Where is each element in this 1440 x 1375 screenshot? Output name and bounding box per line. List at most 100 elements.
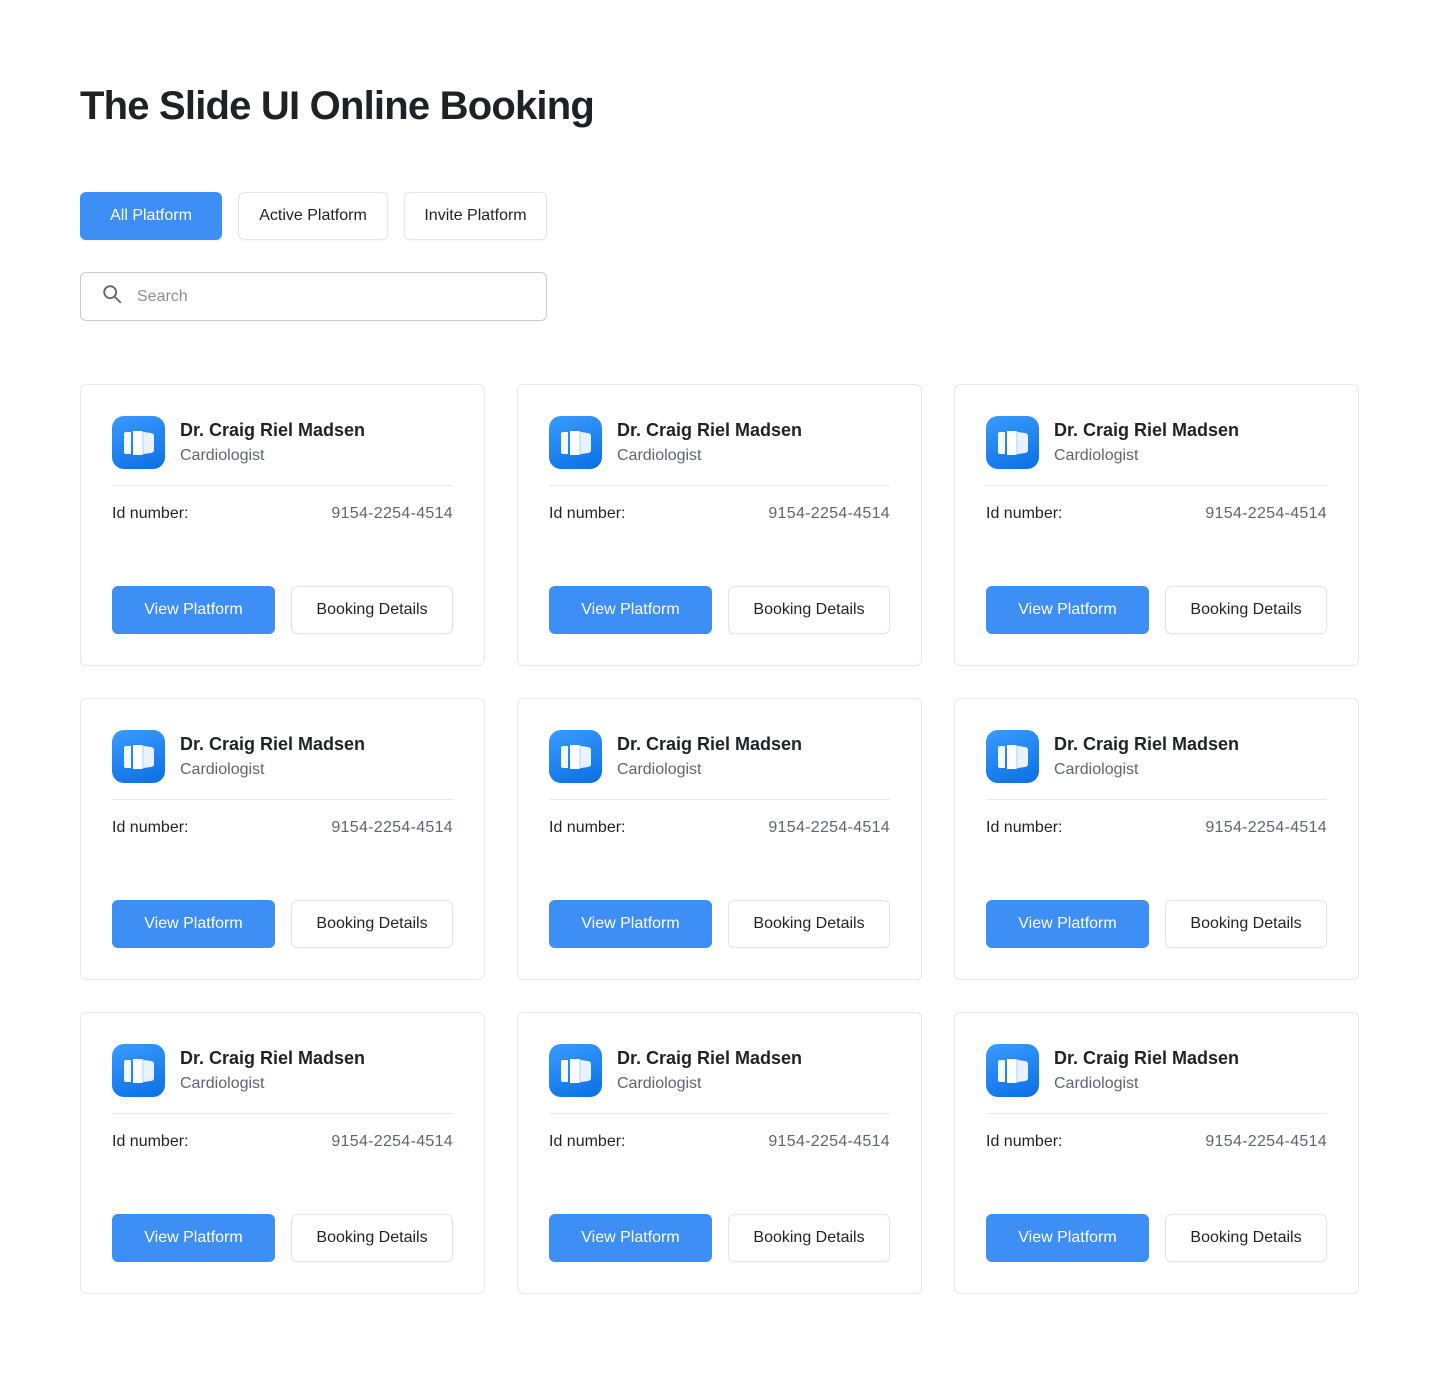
doctor-specialty: Cardiologist xyxy=(617,447,702,464)
doctor-name: Dr. Craig Riel Madsen xyxy=(1054,1048,1240,1068)
card-header: Dr. Craig Riel Madsen Cardiologist xyxy=(112,416,453,469)
platform-logo-icon xyxy=(112,1044,165,1097)
platform-logo-icon xyxy=(549,416,602,469)
card-divider xyxy=(549,799,890,800)
id-value: 9154-2254-4514 xyxy=(331,1133,453,1150)
doctor-card: Dr. Craig Riel Madsen Cardiologist Id nu… xyxy=(954,384,1359,666)
card-header: Dr. Craig Riel Madsen Cardiologist xyxy=(549,730,890,783)
doctor-specialty: Cardiologist xyxy=(617,1075,702,1092)
view-platform-button[interactable]: View Platform xyxy=(986,1214,1149,1262)
doctor-name: Dr. Craig Riel Madsen xyxy=(617,1048,803,1068)
view-platform-button[interactable]: View Platform xyxy=(986,900,1149,948)
booking-details-button[interactable]: Booking Details xyxy=(1165,1214,1327,1262)
id-row: Id number: 9154-2254-4514 xyxy=(549,503,890,525)
id-label: Id number: xyxy=(986,819,1063,836)
card-divider xyxy=(986,799,1327,800)
booking-details-button[interactable]: Booking Details xyxy=(728,586,890,634)
doctor-name: Dr. Craig Riel Madsen xyxy=(180,1048,366,1068)
platform-tabs: All Platform Active Platform Invite Plat… xyxy=(80,192,547,240)
id-row: Id number: 9154-2254-4514 xyxy=(112,503,453,525)
id-label: Id number: xyxy=(549,819,626,836)
search-box[interactable] xyxy=(80,272,547,321)
id-row: Id number: 9154-2254-4514 xyxy=(112,817,453,839)
doctor-card-grid: Dr. Craig Riel Madsen Cardiologist Id nu… xyxy=(80,384,1359,1294)
id-value: 9154-2254-4514 xyxy=(1205,1133,1327,1150)
platform-logo-icon xyxy=(986,416,1039,469)
id-row: Id number: 9154-2254-4514 xyxy=(986,1131,1327,1153)
doctor-specialty: Cardiologist xyxy=(617,761,702,778)
page-title: The Slide UI Online Booking xyxy=(80,84,595,128)
doctor-specialty: Cardiologist xyxy=(1054,1075,1139,1092)
card-actions: View Platform Booking Details xyxy=(112,1214,453,1262)
view-platform-button[interactable]: View Platform xyxy=(549,1214,712,1262)
doctor-name: Dr. Craig Riel Madsen xyxy=(180,734,366,754)
card-divider xyxy=(112,799,453,800)
search-input[interactable] xyxy=(137,287,517,306)
id-row: Id number: 9154-2254-4514 xyxy=(112,1131,453,1153)
id-row: Id number: 9154-2254-4514 xyxy=(549,817,890,839)
card-header: Dr. Craig Riel Madsen Cardiologist xyxy=(112,1044,453,1097)
id-label: Id number: xyxy=(549,505,626,522)
card-divider xyxy=(549,1113,890,1114)
booking-page: The Slide UI Online Booking All Platform… xyxy=(0,0,1440,1375)
view-platform-button[interactable]: View Platform xyxy=(112,586,275,634)
card-header: Dr. Craig Riel Madsen Cardiologist xyxy=(986,730,1327,783)
view-platform-button[interactable]: View Platform xyxy=(112,1214,275,1262)
id-row: Id number: 9154-2254-4514 xyxy=(986,503,1327,525)
view-platform-button[interactable]: View Platform xyxy=(549,900,712,948)
card-actions: View Platform Booking Details xyxy=(549,900,890,948)
booking-details-button[interactable]: Booking Details xyxy=(291,900,453,948)
doctor-name: Dr. Craig Riel Madsen xyxy=(1054,420,1240,440)
doctor-specialty: Cardiologist xyxy=(1054,761,1139,778)
id-value: 9154-2254-4514 xyxy=(768,505,890,522)
id-label: Id number: xyxy=(112,505,189,522)
id-label: Id number: xyxy=(112,819,189,836)
view-platform-button[interactable]: View Platform xyxy=(549,586,712,634)
booking-details-button[interactable]: Booking Details xyxy=(728,1214,890,1262)
booking-details-button[interactable]: Booking Details xyxy=(291,1214,453,1262)
id-label: Id number: xyxy=(112,1133,189,1150)
platform-logo-icon xyxy=(112,730,165,783)
card-header: Dr. Craig Riel Madsen Cardiologist xyxy=(549,416,890,469)
card-divider xyxy=(112,1113,453,1114)
doctor-name: Dr. Craig Riel Madsen xyxy=(617,734,803,754)
id-label: Id number: xyxy=(986,1133,1063,1150)
doctor-card: Dr. Craig Riel Madsen Cardiologist Id nu… xyxy=(80,384,485,666)
booking-details-button[interactable]: Booking Details xyxy=(1165,900,1327,948)
doctor-specialty: Cardiologist xyxy=(1054,447,1139,464)
id-value: 9154-2254-4514 xyxy=(1205,505,1327,522)
booking-details-button[interactable]: Booking Details xyxy=(728,900,890,948)
tab-invite-platform[interactable]: Invite Platform xyxy=(404,192,547,240)
id-row: Id number: 9154-2254-4514 xyxy=(549,1131,890,1153)
doctor-name: Dr. Craig Riel Madsen xyxy=(617,420,803,440)
id-row: Id number: 9154-2254-4514 xyxy=(986,817,1327,839)
booking-details-button[interactable]: Booking Details xyxy=(1165,586,1327,634)
platform-logo-icon xyxy=(549,730,602,783)
doctor-card: Dr. Craig Riel Madsen Cardiologist Id nu… xyxy=(517,384,922,666)
doctor-card: Dr. Craig Riel Madsen Cardiologist Id nu… xyxy=(80,1012,485,1294)
id-label: Id number: xyxy=(986,505,1063,522)
doctor-card: Dr. Craig Riel Madsen Cardiologist Id nu… xyxy=(517,698,922,980)
booking-details-button[interactable]: Booking Details xyxy=(291,586,453,634)
platform-logo-icon xyxy=(986,1044,1039,1097)
card-actions: View Platform Booking Details xyxy=(986,900,1327,948)
tab-all-platform[interactable]: All Platform xyxy=(80,192,222,240)
doctor-card: Dr. Craig Riel Madsen Cardiologist Id nu… xyxy=(954,1012,1359,1294)
card-header: Dr. Craig Riel Madsen Cardiologist xyxy=(112,730,453,783)
doctor-specialty: Cardiologist xyxy=(180,447,265,464)
platform-logo-icon xyxy=(549,1044,602,1097)
platform-logo-icon xyxy=(112,416,165,469)
platform-logo-icon xyxy=(986,730,1039,783)
doctor-specialty: Cardiologist xyxy=(180,761,265,778)
card-actions: View Platform Booking Details xyxy=(549,1214,890,1262)
card-actions: View Platform Booking Details xyxy=(112,586,453,634)
view-platform-button[interactable]: View Platform xyxy=(986,586,1149,634)
doctor-name: Dr. Craig Riel Madsen xyxy=(180,420,366,440)
view-platform-button[interactable]: View Platform xyxy=(112,900,275,948)
doctor-card: Dr. Craig Riel Madsen Cardiologist Id nu… xyxy=(517,1012,922,1294)
card-divider xyxy=(986,1113,1327,1114)
id-value: 9154-2254-4514 xyxy=(768,819,890,836)
card-divider xyxy=(986,485,1327,486)
tab-active-platform[interactable]: Active Platform xyxy=(238,192,388,240)
card-header: Dr. Craig Riel Madsen Cardiologist xyxy=(986,416,1327,469)
